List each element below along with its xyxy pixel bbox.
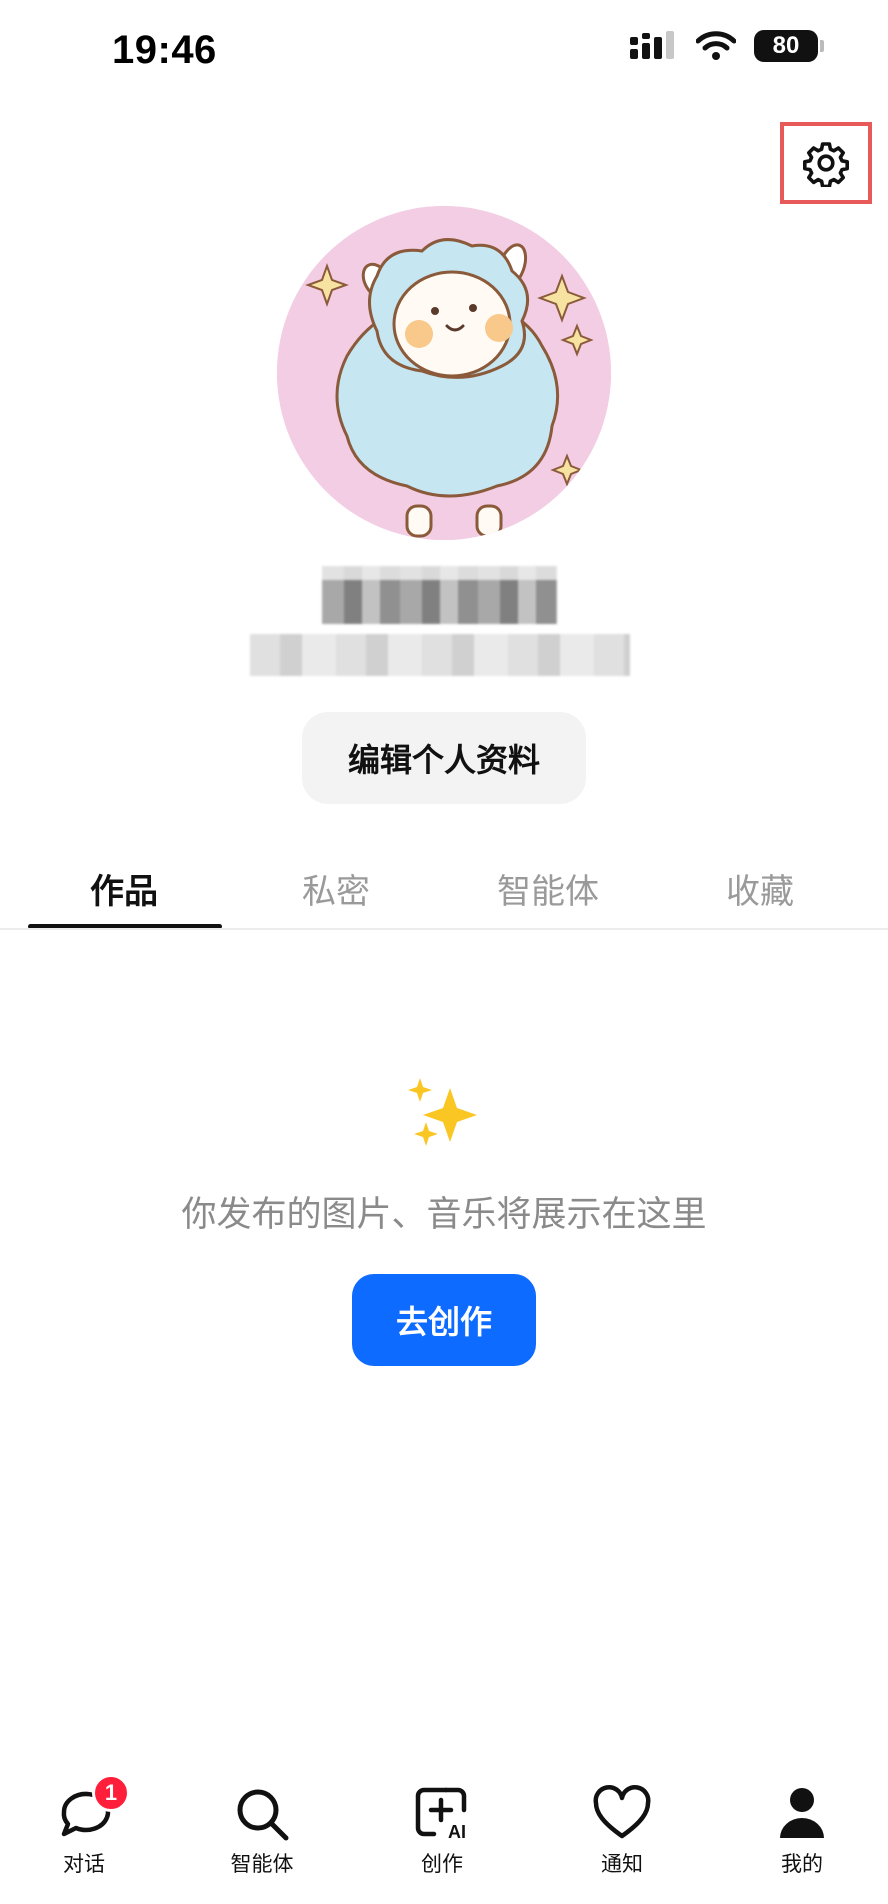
user-id-redacted bbox=[250, 634, 630, 676]
tab-works[interactable]: 作品 bbox=[18, 840, 230, 930]
nav-item-chat[interactable]: 1 对话 bbox=[24, 1770, 144, 1890]
nav-label-create: 创作 bbox=[421, 1852, 463, 1876]
svg-text:AI: AI bbox=[448, 1822, 466, 1842]
battery-indicator: 80 bbox=[754, 30, 824, 62]
sparkles-icon bbox=[408, 1078, 477, 1146]
tab-favorites[interactable]: 收藏 bbox=[654, 840, 866, 930]
profile-page: 19:46 80 编辑个人资料 作品 私密 智能体 收藏 你发布的图片、音乐将展… bbox=[0, 0, 888, 1904]
edit-profile-button[interactable]: 编辑个人资料 bbox=[302, 712, 586, 804]
search-icon bbox=[237, 1789, 289, 1841]
avatar[interactable] bbox=[277, 206, 611, 540]
person-icon bbox=[780, 1788, 824, 1838]
heart-icon bbox=[593, 1785, 651, 1839]
settings-button[interactable] bbox=[780, 122, 872, 204]
nav-label-chat: 对话 bbox=[63, 1852, 105, 1876]
nav-label-me: 我的 bbox=[781, 1852, 823, 1876]
sheep-avatar-image bbox=[277, 206, 611, 540]
wifi-icon bbox=[696, 31, 736, 60]
tab-private[interactable]: 私密 bbox=[230, 840, 442, 930]
empty-state-message: 你发布的图片、音乐将展示在这里 bbox=[181, 1195, 707, 1235]
nav-item-create[interactable]: AI 创作 bbox=[382, 1770, 502, 1890]
gear-icon bbox=[803, 142, 849, 187]
create-ai-icon: AI bbox=[415, 1787, 467, 1842]
nav-label-agents: 智能体 bbox=[230, 1852, 294, 1876]
tab-agents[interactable]: 智能体 bbox=[442, 840, 654, 930]
unread-badge: 1 bbox=[92, 1774, 130, 1812]
profile-tabs: 作品 私密 智能体 收藏 bbox=[0, 840, 888, 930]
username-redacted bbox=[322, 566, 557, 624]
nav-item-notifications[interactable]: 通知 bbox=[562, 1770, 682, 1890]
signal-icon bbox=[630, 31, 674, 59]
status-icons: 80 bbox=[630, 30, 824, 62]
nav-label-notifications: 通知 bbox=[601, 1852, 643, 1876]
nav-item-agents[interactable]: 智能体 bbox=[202, 1770, 322, 1890]
nav-item-me[interactable]: 我的 bbox=[742, 1770, 862, 1890]
bottom-nav: 1 对话 智能体 AI 创作 通知 我的 bbox=[0, 1770, 888, 1904]
status-time: 19:46 bbox=[112, 28, 217, 72]
go-create-button[interactable]: 去创作 bbox=[352, 1274, 536, 1366]
tab-divider bbox=[0, 928, 888, 930]
